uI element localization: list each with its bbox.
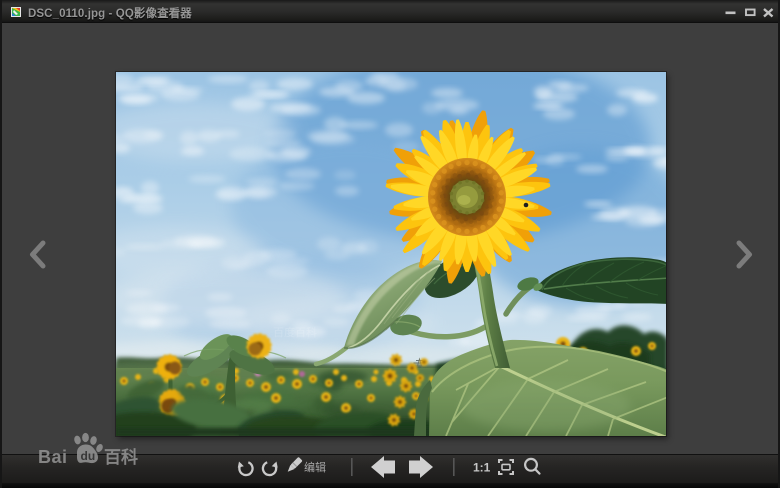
svg-text:du: du: [81, 449, 96, 463]
svg-text:Bai: Bai: [38, 447, 68, 467]
svg-text:百度百科: 百度百科: [273, 325, 317, 339]
svg-text:1:1: 1:1: [473, 461, 491, 475]
svg-text:百科: 百科: [104, 447, 138, 467]
svg-text:编辑: 编辑: [304, 460, 326, 474]
